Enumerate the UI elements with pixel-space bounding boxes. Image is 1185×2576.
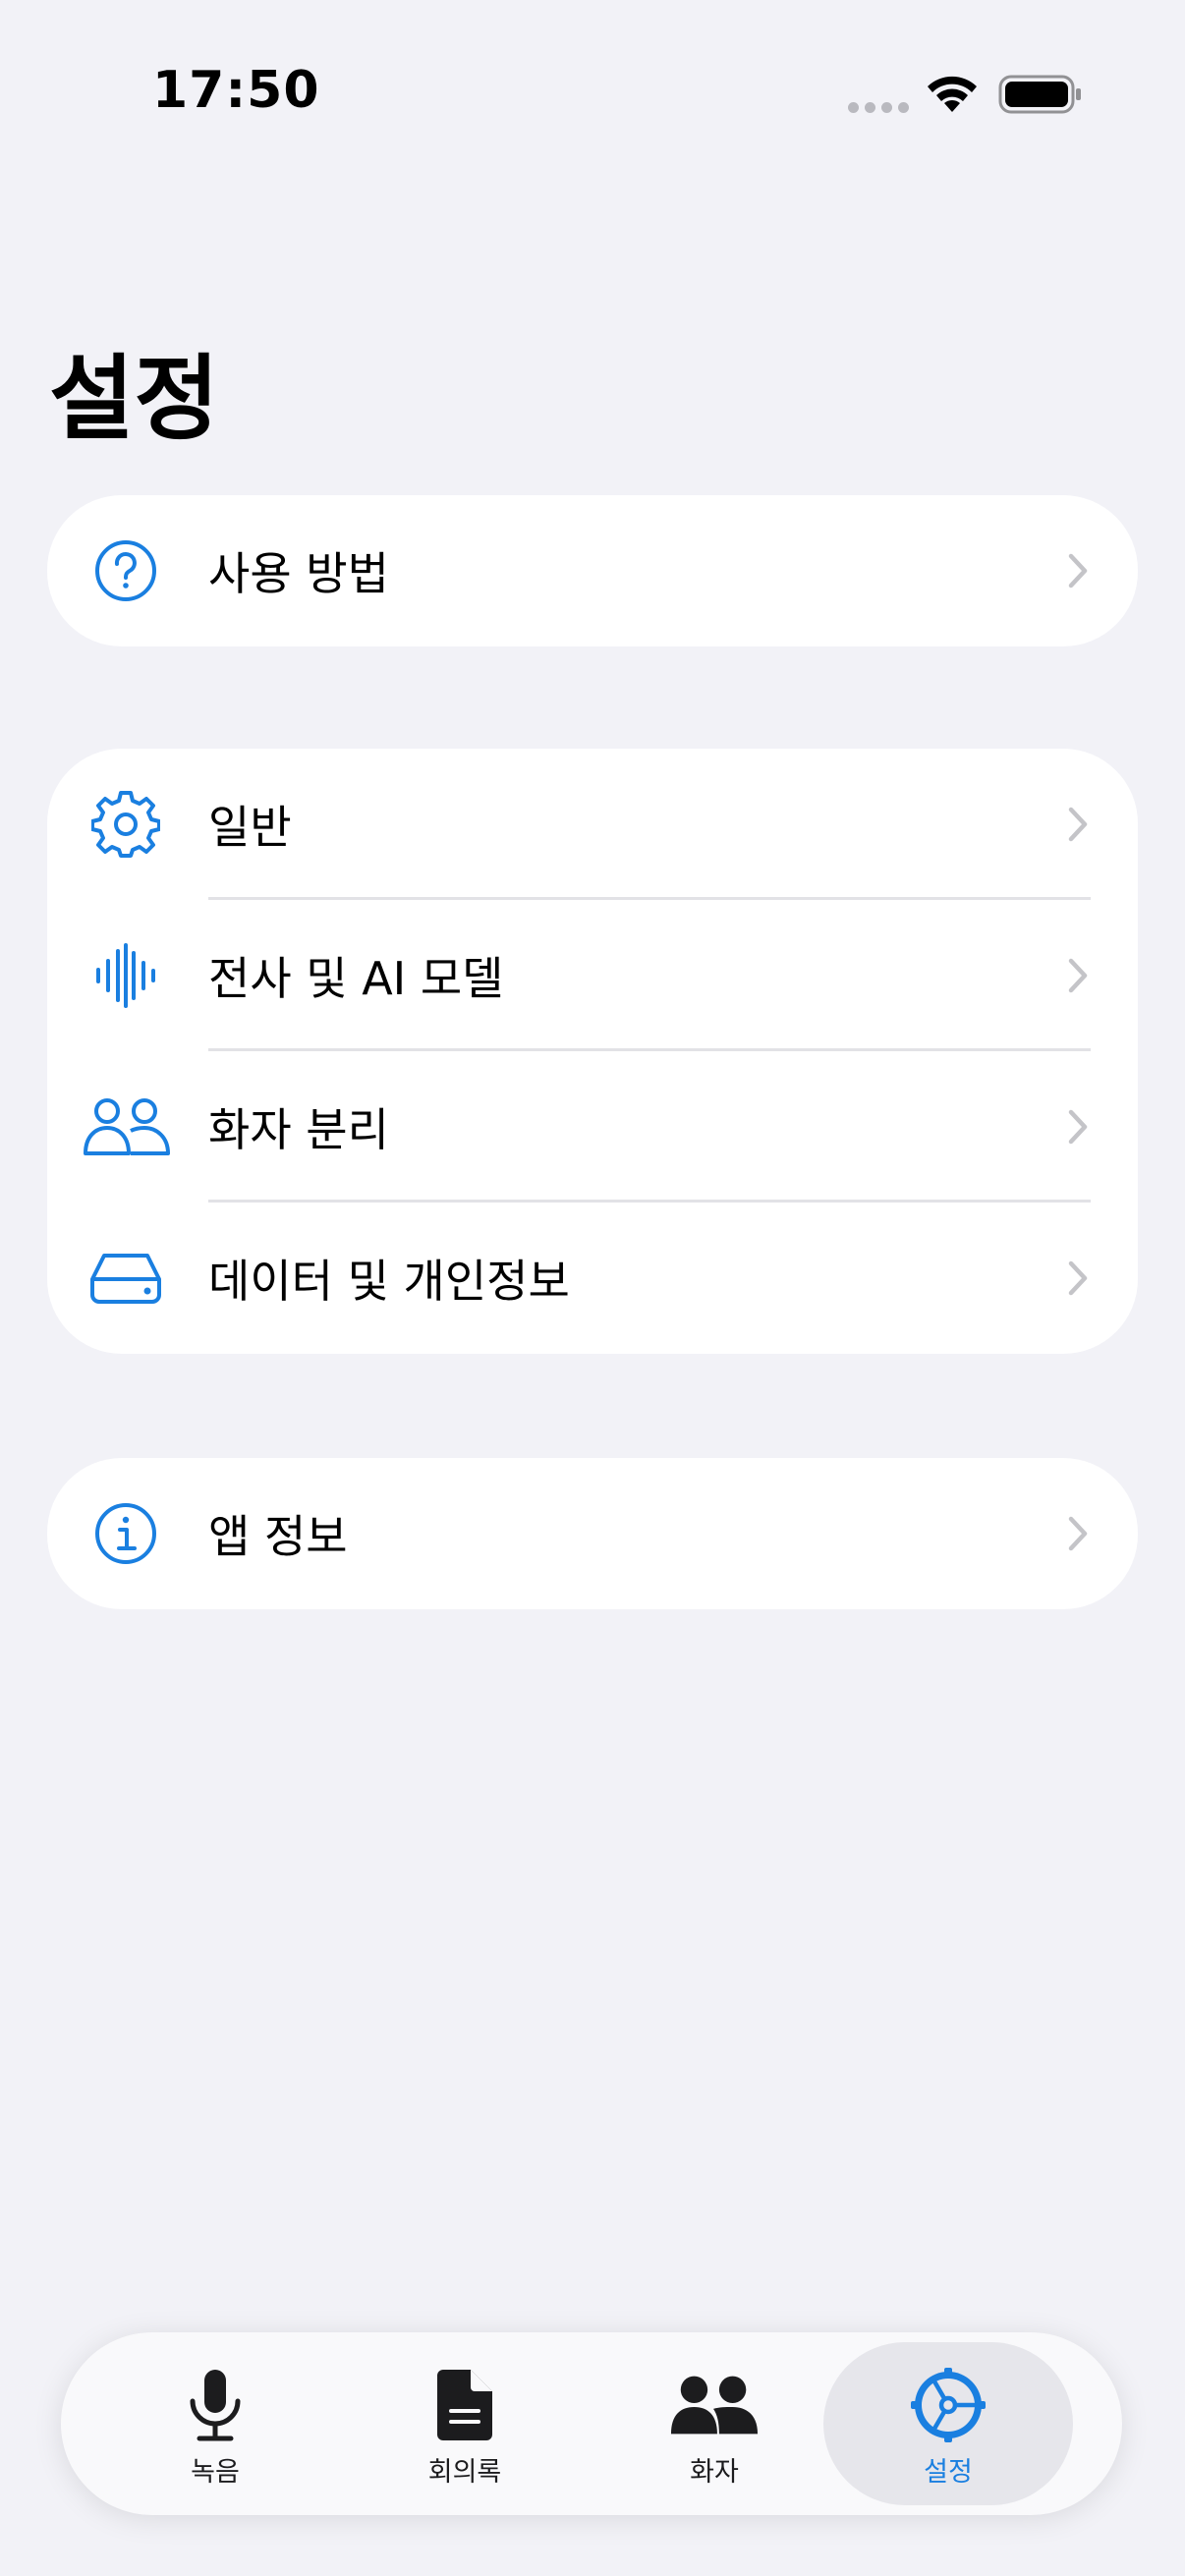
chevron-right-icon [1068, 553, 1088, 588]
page-title: 설정 [49, 346, 219, 453]
settings-group-help: 사용 방법 [47, 495, 1138, 646]
microphone-icon [170, 2364, 260, 2446]
chevron-right-icon [1068, 1516, 1088, 1551]
settings-group-main: 일반 전사 및 AI 모델 화자 분리 데이터 및 개인정보 [47, 749, 1138, 1354]
settings-row-how-to-use[interactable]: 사용 방법 [47, 495, 1138, 646]
tab-bar: 녹음 회의록 화자 설정 [61, 2332, 1122, 2515]
wifi-icon [928, 76, 977, 112]
row-label: 일반 [208, 801, 292, 854]
settings-row-app-info[interactable]: 앱 정보 [47, 1458, 1138, 1609]
tab-label: 설정 [924, 2457, 973, 2488]
waveform-icon [86, 936, 165, 1015]
settings-row-data-privacy[interactable]: 데이터 및 개인정보 [47, 1203, 1138, 1354]
status-bar: 17:50 [0, 0, 1185, 196]
chevron-right-icon [1068, 807, 1088, 842]
tab-label: 회의록 [427, 2457, 502, 2488]
gear-icon [86, 785, 165, 864]
people-fill-icon [669, 2364, 760, 2446]
tab-label: 화자 [690, 2457, 739, 2488]
tab-record[interactable]: 녹음 [90, 2342, 340, 2505]
settings-row-speaker-diarization[interactable]: 화자 분리 [47, 1051, 1138, 1203]
chevron-right-icon [1068, 958, 1088, 993]
people-icon [83, 1088, 171, 1166]
chevron-right-icon [1068, 1109, 1088, 1145]
tab-speakers[interactable]: 화자 [590, 2342, 839, 2505]
row-label: 전사 및 AI 모델 [208, 952, 504, 1005]
settings-row-transcription-ai-model[interactable]: 전사 및 AI 모델 [47, 900, 1138, 1051]
question-circle-icon [86, 532, 165, 610]
row-label: 화자 분리 [208, 1103, 389, 1156]
row-label: 데이터 및 개인정보 [208, 1255, 570, 1308]
row-label: 앱 정보 [208, 1510, 348, 1563]
document-icon [420, 2364, 510, 2446]
cellular-signal-icon [848, 102, 909, 113]
chevron-right-icon [1068, 1260, 1088, 1296]
settings-group-about: 앱 정보 [47, 1458, 1138, 1609]
row-label: 사용 방법 [208, 547, 389, 600]
drive-icon [86, 1239, 165, 1317]
info-circle-icon [86, 1494, 165, 1573]
settings-gear-icon [903, 2364, 993, 2446]
status-time: 17:50 [152, 61, 320, 120]
settings-row-general[interactable]: 일반 [47, 749, 1138, 900]
tab-label: 녹음 [191, 2457, 240, 2488]
battery-icon [998, 75, 1081, 114]
tab-settings[interactable]: 설정 [823, 2342, 1073, 2505]
tab-minutes[interactable]: 회의록 [340, 2342, 590, 2505]
